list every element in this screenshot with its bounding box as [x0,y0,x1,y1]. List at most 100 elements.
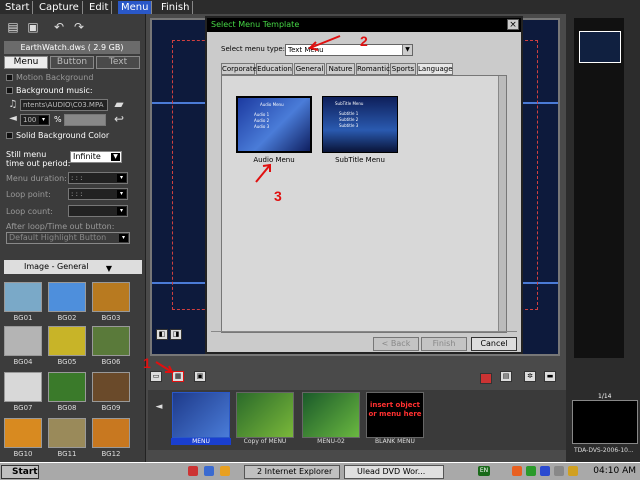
tray-icon[interactable] [554,466,564,476]
back-button[interactable]: < Back [373,337,419,351]
background-thumb[interactable] [48,418,86,448]
blank-menu-thumb[interactable]: insert object or menu here [366,392,424,438]
clip-preview[interactable] [572,400,638,444]
open-folder-icon[interactable]: ▰ [124,260,138,274]
subtitle-menu-template[interactable]: SubTitle Menu Subtitle 1 Subtitle 2 Subt… [322,96,398,153]
volume-dropdown-icon[interactable]: ▾ [39,116,48,124]
background-thumb[interactable] [48,372,86,402]
background-thumb[interactable] [92,326,130,356]
background-thumb[interactable] [4,372,42,402]
bg-music-row[interactable]: Background music: [6,86,93,95]
scroll-left-icon[interactable]: ◄ [152,400,166,414]
save-icon[interactable]: ▣ [26,20,40,34]
loop-point-field[interactable]: : : : ▾ [68,188,128,200]
scrollbar[interactable] [498,76,506,332]
background-thumb[interactable] [4,326,42,356]
undo-icon[interactable]: ↶ [52,20,66,34]
menu-page-thumb[interactable] [579,31,621,63]
quicklaunch-icon[interactable] [188,466,198,476]
tab-nature[interactable]: Nature [326,63,355,75]
start-button[interactable]: Start [1,465,39,479]
tab-edit[interactable]: Edit [86,1,113,14]
loop-point-label: Loop point: [6,190,51,199]
solid-bg-row[interactable]: Solid Background Color [6,131,109,140]
background-thumb[interactable] [92,372,130,402]
menu-02-thumb[interactable] [302,392,360,438]
export-icon[interactable]: ▣ [194,371,206,382]
copy-menu-thumb[interactable] [236,392,294,438]
finish-button[interactable]: Finish [421,337,467,351]
spin-icon[interactable]: ▾ [117,174,126,182]
reset-icon[interactable]: ↩ [112,112,126,126]
open-folder-icon[interactable]: ▰ [112,97,126,111]
loop-count-field[interactable]: ▾ [68,205,128,217]
subtab-button[interactable]: Button [50,56,94,69]
bg-music-checkbox[interactable] [6,87,13,94]
properties-icon[interactable]: ▤ [6,20,20,34]
after-loop-select[interactable]: Default Highlight Button ▾ [6,232,130,244]
audio-menu-template[interactable]: Audio Menu Audio 1 Audio 2 Audio 3 [236,96,312,153]
quicklaunch-icon[interactable] [220,466,230,476]
layout-icon[interactable]: ▭ [150,371,162,382]
annotation-3: 3 [274,188,282,204]
background-thumb[interactable] [48,282,86,312]
tray-icon[interactable] [526,466,536,476]
spin-icon[interactable]: ▾ [117,190,126,198]
taskbar-ulead-dvd[interactable]: Ulead DVD Wor... [344,465,444,479]
redo-icon[interactable]: ↷ [72,20,86,34]
spin-icon[interactable]: ▾ [117,207,126,215]
slideshow-icon[interactable]: ▤ [500,371,512,382]
gallery-header[interactable]: Image - General ▼ [4,260,142,274]
record-icon[interactable] [480,373,492,384]
subtab-text[interactable]: Text [96,56,140,69]
tab-menu[interactable]: Menu [118,1,153,14]
tab-education[interactable]: Education [256,63,293,75]
tab-language[interactable]: Language [417,63,453,75]
background-thumb[interactable] [92,282,130,312]
tray-icon[interactable] [540,466,550,476]
chevron-down-icon[interactable]: ▾ [119,234,128,242]
tray-icon[interactable] [568,466,578,476]
tab-start[interactable]: Start [2,1,34,14]
cancel-button[interactable]: Cancel [471,337,517,351]
background-thumb-label: BG02 [57,314,77,322]
background-thumb[interactable] [4,282,42,312]
tab-romantic[interactable]: Romantic [356,63,390,75]
view-right-icon[interactable]: ◨ [170,329,182,340]
menu-thumb[interactable] [172,392,230,438]
volume-field[interactable]: 100 ▾ [20,114,50,126]
windows-taskbar: Start 2 Internet Explorer Ulead DVD Wor.… [0,462,640,480]
menu-template-icon[interactable]: ▦ [172,371,184,382]
subtab-menu[interactable]: Menu [4,56,48,69]
background-thumb[interactable] [4,418,42,448]
motion-bg-checkbox[interactable] [6,74,13,81]
tab-finish[interactable]: Finish [158,1,194,14]
tab-capture[interactable]: Capture [36,1,83,14]
chevron-down-icon[interactable]: ▼ [111,153,120,161]
tab-corporate[interactable]: Corporate [221,63,257,75]
taskbar-internet-explorer[interactable]: 2 Internet Explorer [244,465,340,479]
menu-duration-field[interactable]: : : : ▾ [68,172,128,184]
tab-general[interactable]: General [294,63,325,75]
background-thumb[interactable] [92,418,130,448]
motion-bg-row[interactable]: Motion Background [6,73,93,82]
view-left-icon[interactable]: ◧ [156,329,168,340]
solid-bg-checkbox[interactable] [6,132,13,139]
close-button[interactable]: × [507,19,519,30]
tray-icon[interactable] [512,466,522,476]
background-thumb-label: BG01 [13,314,33,322]
language-indicator[interactable]: EN [478,466,490,476]
tab-sports[interactable]: Sports [390,63,416,75]
tv-icon[interactable]: ▬ [544,371,556,382]
menu-thumb-label: MENU [171,438,231,445]
menu-type-select[interactable]: Text Menu ▼ [285,44,413,56]
chevron-down-icon[interactable]: ▼ [402,45,412,55]
background-thumb[interactable] [48,326,86,356]
gallery-dropdown-icon[interactable]: ▼ [106,262,112,276]
settings-icon[interactable]: ✲ [524,371,536,382]
still-menu-select[interactable]: Infinite ▼ [70,151,122,163]
annotation-1: 1 [143,355,151,371]
volume-slider[interactable] [64,114,106,126]
quicklaunch-icon[interactable] [204,466,214,476]
music-path-field[interactable]: ntents\AUDIO\C03.MPA [20,99,108,111]
